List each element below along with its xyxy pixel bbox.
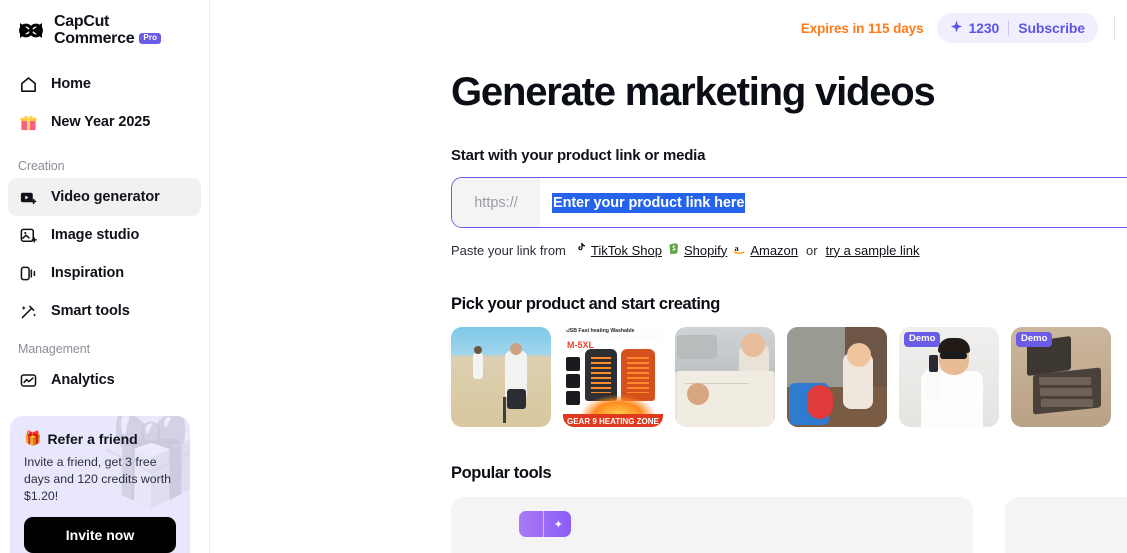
page-title: Generate marketing videos (451, 70, 936, 114)
vest-top-text: USB Fast heating Washable (566, 328, 635, 334)
start-subhead: Start with your product link or media (451, 147, 706, 164)
inspiration-icon (18, 263, 38, 283)
tool-card-2[interactable] (1005, 497, 1127, 553)
tool-card-1[interactable]: ✦ (451, 497, 973, 553)
sidebar-item-analytics[interactable]: Analytics (8, 361, 201, 399)
brand-name-line1: CapCut (54, 13, 110, 30)
sidebar-item-video-generator-label: Video generator (51, 189, 160, 206)
products-section-title: Pick your product and start creating (451, 295, 720, 313)
sidebar-item-home[interactable]: Home (8, 65, 201, 103)
source-shopify-label: Shopify (683, 242, 728, 258)
product-thumb-man-phone[interactable]: Demo (899, 327, 999, 427)
product-thumb-baby-box[interactable] (675, 327, 775, 427)
refer-title: Refer a friend (47, 430, 138, 447)
sparkle-icon (950, 20, 963, 36)
credits-count: 1230 (968, 20, 1000, 36)
product-thumb-heated-vest[interactable]: USB Fast heating Washable M-5XL GEAR 9 H… (563, 327, 663, 427)
sidebar-section-creation: Creation (18, 159, 65, 174)
try-sample-link[interactable]: try a sample link (826, 243, 920, 258)
svg-text:a: a (735, 244, 740, 253)
app-root: CapCut Commerce Pro Home New Year 2025 C… (0, 0, 1127, 553)
demo-badge: Demo (904, 332, 941, 347)
product-thumb-baby-walker[interactable] (787, 327, 887, 427)
sidebar-item-new-year-label: New Year 2025 (51, 114, 151, 131)
sidebar-item-inspiration[interactable]: Inspiration (8, 254, 201, 292)
sidebar-item-analytics-label: Analytics (51, 372, 115, 389)
refer-description: Invite a friend, get 3 free days and 120… (24, 455, 171, 504)
demo-badge: Demo (1016, 332, 1053, 347)
paste-or-label: or (806, 242, 818, 258)
brand-logo[interactable]: CapCut Commerce Pro (0, 0, 209, 47)
topbar: Expires in 115 days 1230 Subscribe (210, 0, 1127, 56)
sidebar-item-inspiration-label: Inspiration (51, 265, 125, 282)
gift-icon (18, 112, 38, 132)
product-strip: USB Fast heating Washable M-5XL GEAR 9 H… (451, 327, 1127, 427)
topbar-divider (1114, 15, 1115, 41)
protocol-prefix: https:// (452, 178, 540, 227)
sidebar-item-image-studio[interactable]: Image studio (8, 216, 201, 254)
magic-tool-icon: ✦ (519, 511, 571, 537)
sidebar-item-image-studio-label: Image studio (51, 227, 140, 244)
invite-now-button[interactable]: Invite now (24, 517, 176, 553)
sidebar-item-smart-tools-label: Smart tools (51, 303, 130, 320)
sidebar-item-smart-tools[interactable]: Smart tools (8, 292, 201, 330)
sidebar-item-new-year-2025[interactable]: New Year 2025 (8, 103, 201, 141)
analytics-icon (18, 370, 38, 390)
product-thumb-beach-scooter[interactable] (451, 327, 551, 427)
pro-badge: Pro (139, 33, 162, 45)
product-thumb-eyeshadow-palette[interactable]: Demo (1011, 327, 1111, 427)
tiktok-icon (574, 242, 587, 258)
sidebar-item-home-label: Home (51, 76, 91, 93)
popular-tools-row: ✦ (451, 497, 1127, 553)
home-icon (18, 74, 38, 94)
sidebar-nav: Home New Year 2025 Creation Video genera… (0, 65, 209, 399)
refer-title-row: 🎁 Refer a friend (24, 430, 176, 447)
expires-status: Expires in 115 days (800, 20, 924, 36)
sidebar: CapCut Commerce Pro Home New Year 2025 C… (0, 0, 210, 553)
product-link-row: https:// Enter your product link here ✕ … (451, 177, 1127, 228)
source-tiktok-shop-label: TikTok Shop (590, 242, 662, 258)
image-studio-icon (18, 225, 38, 245)
capcut-logo-icon (16, 16, 46, 46)
vest-bottom-text: GEAR 9 HEATING ZONE (567, 417, 659, 426)
smart-tools-icon (18, 301, 38, 321)
source-shopify[interactable]: Shopify (668, 242, 727, 258)
brand-name-line2: Commerce (54, 29, 135, 47)
main-area: Expires in 115 days 1230 Subscribe Gener… (210, 0, 1127, 553)
product-link-input[interactable]: Enter your product link here (540, 178, 1127, 227)
paste-label: Paste your link from (451, 242, 566, 258)
shopify-icon (668, 242, 680, 258)
paste-sources-row: Paste your link from TikTok Shop Shopify… (451, 242, 1127, 258)
source-tiktok-shop[interactable]: TikTok Shop (574, 242, 662, 258)
refer-a-friend-card: 🎁 🎁 Refer a friend Invite a friend, get … (10, 416, 190, 553)
tools-section-title: Popular tools (451, 464, 552, 482)
source-amazon[interactable]: a Amazon (733, 242, 798, 258)
product-link-value: Enter your product link here (552, 192, 746, 213)
sidebar-item-video-generator[interactable]: Video generator (8, 178, 201, 217)
amazon-icon: a (733, 242, 746, 258)
source-amazon-label: Amazon (750, 242, 799, 258)
credits-pill: 1230 Subscribe (937, 13, 1098, 43)
product-thumb-practice-books[interactable] (1123, 327, 1127, 427)
sidebar-section-management: Management (18, 342, 90, 357)
subscribe-button[interactable]: Subscribe (1018, 20, 1085, 36)
pill-divider (1008, 20, 1010, 36)
video-generator-icon (18, 187, 38, 207)
gift-icon: 🎁 (24, 430, 42, 447)
page-content: Generate marketing videos Start with you… (210, 56, 1127, 553)
credits-value-group[interactable]: 1230 (950, 20, 999, 36)
